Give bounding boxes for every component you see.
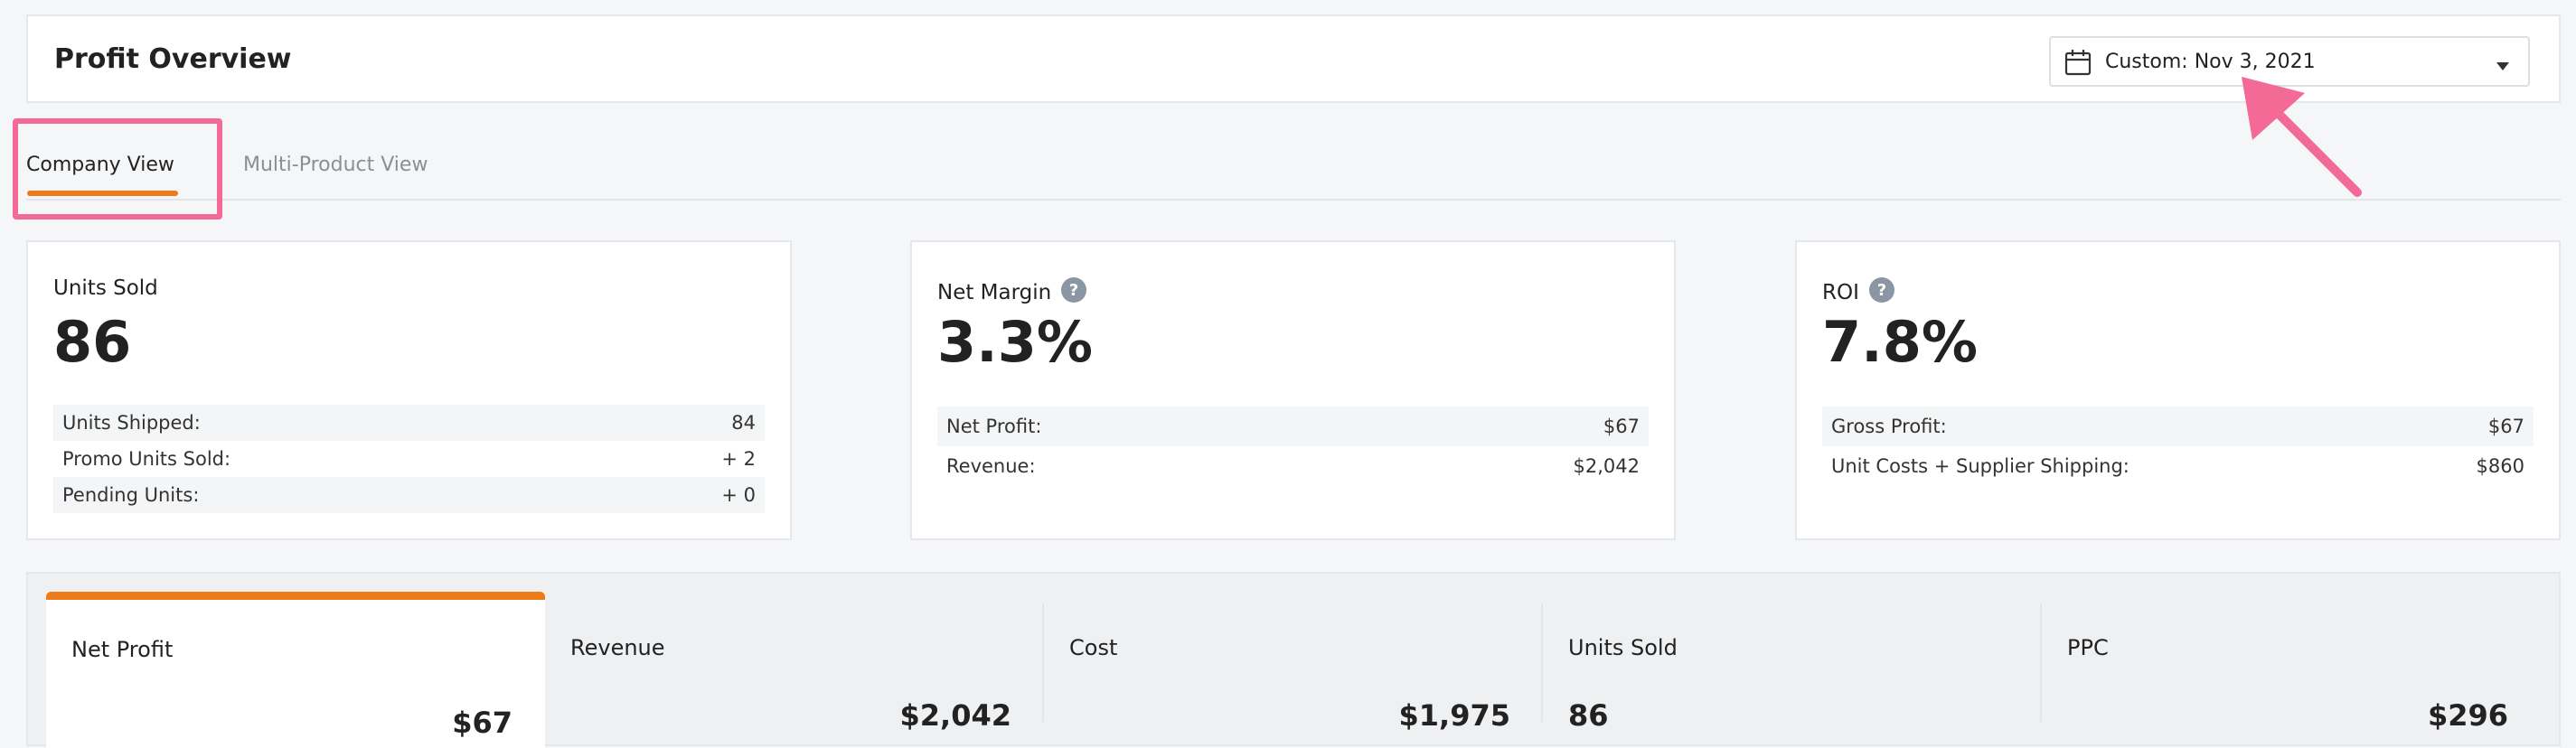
metric-value: + 0 (721, 484, 756, 506)
page-title: Profit Overview (54, 43, 292, 75)
units-sold-card: Units Sold 86 Units Shipped: 84 Promo Un… (26, 240, 792, 540)
units-sold-value: 86 (53, 309, 132, 375)
roi-title: ROI (1822, 281, 1859, 304)
metric-label: Revenue: (946, 455, 1036, 477)
view-tabs: Company View Multi-Product View (26, 117, 2561, 201)
metric-rows: Gross Profit: $67 Unit Costs + Supplier … (1822, 407, 2534, 486)
annotation-arrow-icon (2242, 77, 2362, 197)
metric-label: Gross Profit: (1831, 416, 1947, 437)
summary-label: Net Profit (71, 637, 174, 662)
calendar-icon (2064, 48, 2092, 80)
tab-company-view[interactable]: Company View (26, 154, 174, 176)
summary-tab-net-profit[interactable]: Net Profit $67 (46, 592, 545, 748)
metric-label: Promo Units Sold: (62, 448, 231, 470)
summary-label: PPC (2067, 635, 2109, 660)
units-sold-title: Units Sold (53, 276, 158, 300)
help-icon[interactable]: ? (1060, 276, 1087, 309)
page-header: Profit Overview Custom: Nov 3, 2021 (26, 14, 2561, 103)
metric-row: Unit Costs + Supplier Shipping: $860 (1822, 446, 2534, 486)
metric-row: Revenue: $2,042 (937, 446, 1649, 486)
metric-row: Units Shipped: 84 (53, 405, 765, 441)
metric-row: Gross Profit: $67 (1822, 407, 2534, 446)
metric-row: Pending Units: + 0 (53, 477, 765, 513)
metric-label: Units Shipped: (62, 412, 201, 434)
active-summary-indicator (46, 592, 545, 600)
date-range-label: Custom: Nov 3, 2021 (2105, 51, 2316, 73)
summary-value: $1,975 (1398, 698, 1510, 733)
metric-rows: Units Shipped: 84 Promo Units Sold: + 2 … (53, 405, 765, 513)
metric-value: $2,042 (1573, 455, 1640, 477)
svg-text:?: ? (1069, 281, 1078, 300)
summary-tabs: Net Profit $67 Revenue $2,042 Cost $1,97… (26, 572, 2561, 748)
summary-value: $67 (452, 706, 512, 740)
metric-row: Promo Units Sold: + 2 (53, 441, 765, 477)
summary-value: $2,042 (899, 698, 1011, 733)
metric-row: Net Profit: $67 (937, 407, 1649, 446)
chevron-down-icon (2496, 58, 2510, 75)
summary-value: $296 (2427, 698, 2508, 733)
summary-tab-revenue[interactable]: Revenue $2,042 (545, 604, 1044, 748)
tab-multi-product-view[interactable]: Multi-Product View (243, 154, 428, 176)
metric-label: Pending Units: (62, 484, 200, 506)
metric-value: 84 (731, 412, 756, 434)
summary-label: Revenue (570, 635, 665, 660)
active-tab-indicator (27, 191, 178, 196)
roi-card: ROI ? 7.8% Gross Profit: $67 Unit Costs … (1795, 240, 2561, 540)
metric-value: + 2 (721, 448, 756, 470)
summary-tab-cost[interactable]: Cost $1,975 (1044, 604, 1543, 748)
svg-text:?: ? (1877, 281, 1886, 300)
card-title: Net Margin ? (937, 276, 1087, 309)
summary-label: Units Sold (1568, 635, 1678, 660)
metric-value: $67 (1603, 416, 1640, 437)
net-margin-title: Net Margin (937, 281, 1052, 304)
summary-label: Cost (1069, 635, 1118, 660)
metric-label: Unit Costs + Supplier Shipping: (1831, 455, 2129, 477)
roi-value: 7.8% (1822, 309, 1978, 375)
summary-tab-units-sold[interactable]: Units Sold 86 (1543, 604, 2042, 748)
metric-value: $860 (2476, 455, 2524, 477)
net-margin-value: 3.3% (937, 309, 1093, 375)
card-title: ROI ? (1822, 276, 1895, 309)
summary-tab-ppc[interactable]: PPC $296 (2042, 604, 2541, 748)
net-margin-card: Net Margin ? 3.3% Net Profit: $67 Revenu… (910, 240, 1676, 540)
card-title: Units Sold (53, 276, 158, 300)
metric-rows: Net Profit: $67 Revenue: $2,042 (937, 407, 1649, 486)
metric-value: $67 (2487, 416, 2524, 437)
metric-label: Net Profit: (946, 416, 1042, 437)
summary-value: 86 (1568, 698, 1609, 733)
help-icon[interactable]: ? (1868, 276, 1895, 309)
